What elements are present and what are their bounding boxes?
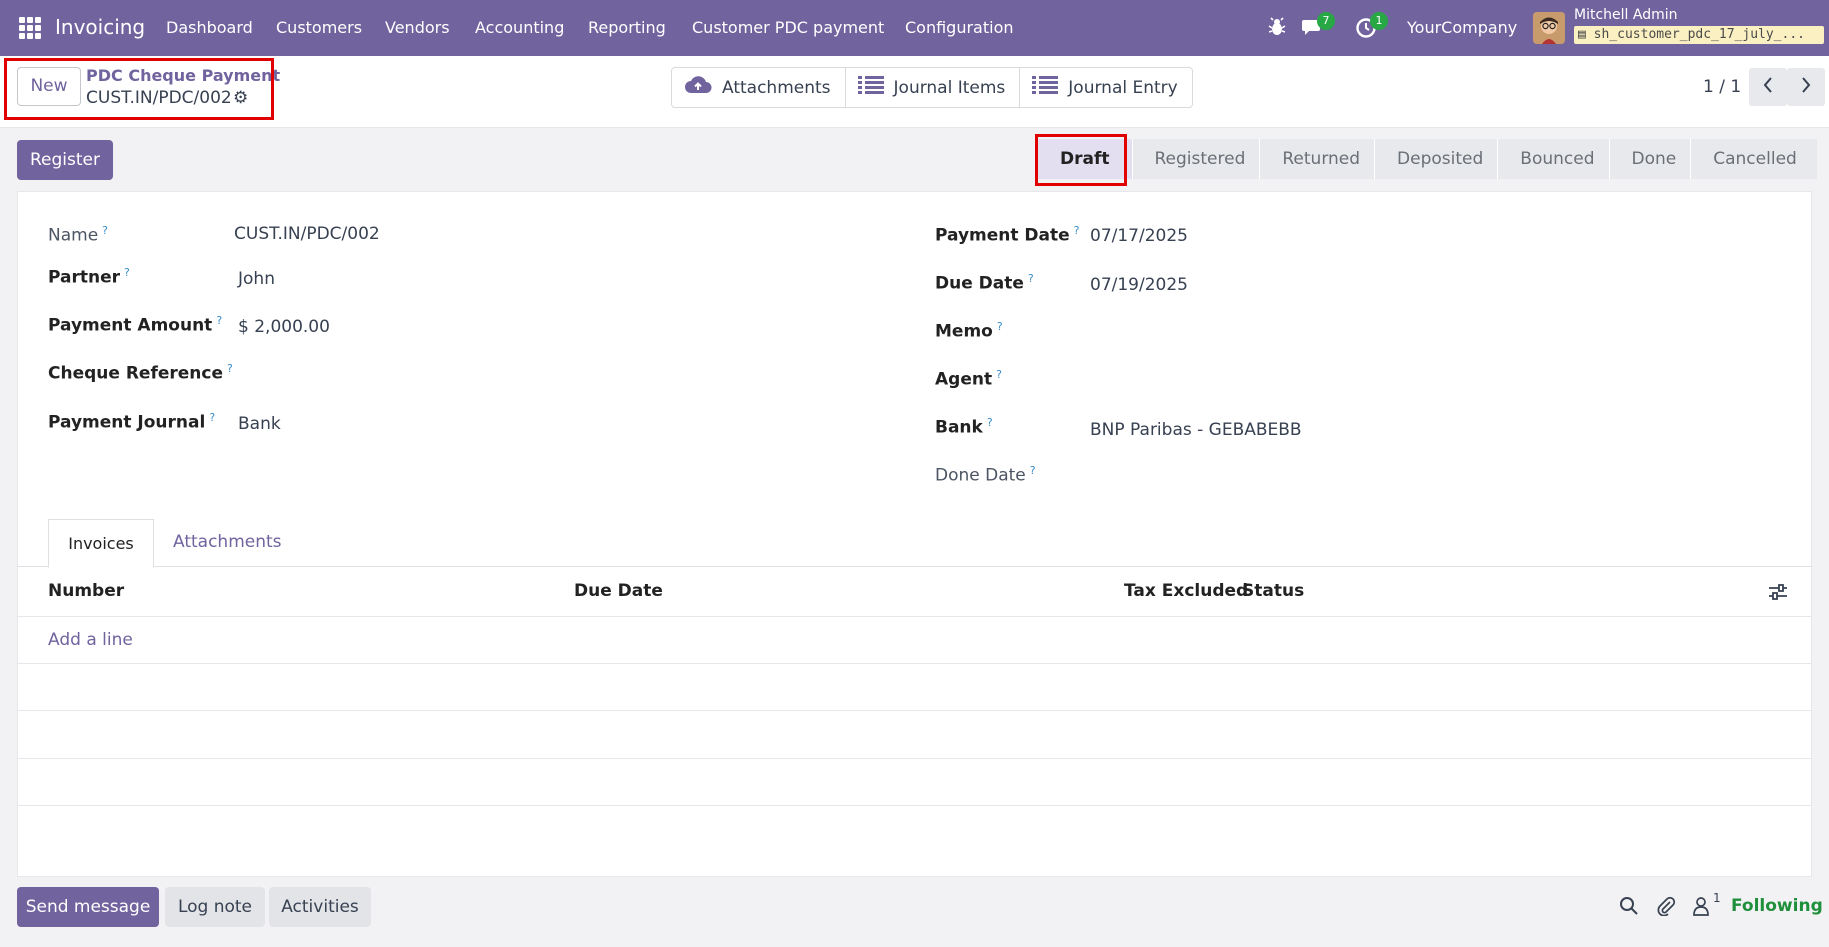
debug-bug-icon[interactable] xyxy=(1268,17,1286,41)
done-date-field[interactable] xyxy=(1090,464,1790,488)
payment-journal-field[interactable]: Bank xyxy=(238,414,281,434)
payment-date-label: Payment Date? xyxy=(935,224,1080,246)
stage-done[interactable]: Done xyxy=(1609,139,1691,179)
stage-cancelled[interactable]: Cancelled xyxy=(1691,139,1817,179)
cheque-reference-label: Cheque Reference? xyxy=(48,362,233,384)
table-row-divider xyxy=(17,805,1812,806)
log-note-button[interactable]: Log note xyxy=(165,887,265,927)
menu-vendors[interactable]: Vendors xyxy=(385,18,450,37)
agent-label: Agent? xyxy=(935,368,1002,390)
company-switcher[interactable]: YourCompany xyxy=(1407,18,1517,37)
due-date-field[interactable]: 07/19/2025 xyxy=(1090,275,1188,295)
journal-entry-button[interactable]: Journal Entry xyxy=(1020,68,1191,107)
tab-invoices[interactable]: Invoices xyxy=(48,519,154,568)
stage-deposited[interactable]: Deposited xyxy=(1375,139,1498,179)
journal-items-label: Journal Items xyxy=(893,77,1006,98)
chevron-right-icon xyxy=(1802,77,1811,93)
following-button[interactable]: Following xyxy=(1731,896,1823,916)
highlight-box-draft xyxy=(1035,134,1127,186)
followers-count: 1 xyxy=(1713,891,1721,905)
form-sheet xyxy=(17,191,1812,877)
journal-entry-label: Journal Entry xyxy=(1068,77,1178,98)
payment-amount-field[interactable]: $ 2,000.00 xyxy=(238,317,330,337)
database-name: sh_customer_pdc_17_july_... xyxy=(1593,27,1805,42)
column-number[interactable]: Number xyxy=(48,581,124,601)
due-date-label: Due Date? xyxy=(935,272,1034,294)
pager-value[interactable]: 1 / 1 xyxy=(1703,77,1741,97)
attachments-label: Attachments xyxy=(722,77,831,98)
name-field[interactable]: CUST.IN/PDC/002 xyxy=(234,224,380,244)
database-icon: ▤ xyxy=(1578,27,1586,42)
menu-configuration[interactable]: Configuration xyxy=(905,18,1014,37)
partner-field[interactable]: John xyxy=(238,269,275,289)
list-icon xyxy=(1032,75,1059,100)
memo-label: Memo? xyxy=(935,320,1003,342)
smart-buttons: Attachments Journal Items Journal Entry xyxy=(671,67,1193,108)
tab-attachments[interactable]: Attachments xyxy=(173,532,282,552)
column-tax-excluded[interactable]: Tax Excluded xyxy=(1124,581,1248,601)
followers-user-icon[interactable] xyxy=(1691,896,1711,920)
user-name[interactable]: Mitchell Admin xyxy=(1574,7,1678,23)
payment-journal-label: Payment Journal? xyxy=(48,411,216,433)
paperclip-icon[interactable] xyxy=(1656,896,1676,920)
menu-dashboard[interactable]: Dashboard xyxy=(166,18,253,37)
tabs-divider xyxy=(17,566,1812,567)
attachments-button[interactable]: Attachments xyxy=(672,68,846,107)
menu-customer-pdc-payment[interactable]: Customer PDC payment xyxy=(692,18,884,37)
menu-customers[interactable]: Customers xyxy=(276,18,362,37)
stage-returned[interactable]: Returned xyxy=(1260,139,1375,179)
menu-accounting[interactable]: Accounting xyxy=(475,18,564,37)
messages-badge: 7 xyxy=(1317,12,1335,30)
journal-items-button[interactable]: Journal Items xyxy=(846,68,1021,107)
pager-next-button[interactable] xyxy=(1787,68,1825,106)
table-row-divider xyxy=(17,663,1812,664)
register-button[interactable]: Register xyxy=(17,140,113,180)
send-message-button[interactable]: Send message xyxy=(17,887,159,927)
done-date-label: Done Date? xyxy=(935,464,1036,486)
user-avatar[interactable] xyxy=(1533,12,1565,44)
app-title[interactable]: Invoicing xyxy=(55,15,145,39)
table-row-divider xyxy=(17,710,1812,711)
bank-label: Bank? xyxy=(935,416,993,438)
apps-menu-icon[interactable] xyxy=(19,17,41,39)
highlight-box-breadcrumb xyxy=(4,58,274,120)
table-row-divider xyxy=(17,758,1812,759)
table-header-divider xyxy=(17,616,1812,617)
stage-registered[interactable]: Registered xyxy=(1132,139,1260,179)
payment-amount-label: Payment Amount? xyxy=(48,314,223,336)
cheque-reference-field[interactable] xyxy=(238,362,838,386)
database-name-tag: ▤ sh_customer_pdc_17_july_... xyxy=(1574,26,1824,44)
top-navbar: Invoicing Dashboard Customers Vendors Ac… xyxy=(0,0,1829,56)
payment-date-field[interactable]: 07/17/2025 xyxy=(1090,226,1188,246)
optional-columns-settings-icon[interactable] xyxy=(1768,583,1788,605)
menu-reporting[interactable]: Reporting xyxy=(588,18,666,37)
status-bar: Draft Registered Returned Deposited Boun… xyxy=(1036,139,1817,179)
activities-button[interactable]: Activities xyxy=(269,887,371,927)
name-label: Name? xyxy=(48,224,108,246)
pager-previous-button[interactable] xyxy=(1749,68,1787,106)
chevron-left-icon xyxy=(1763,77,1772,93)
list-icon xyxy=(857,75,884,100)
search-icon[interactable] xyxy=(1619,896,1639,920)
bank-field[interactable]: BNP Paribas - GEBABEBB xyxy=(1090,420,1302,440)
memo-field[interactable] xyxy=(1090,320,1790,344)
column-status[interactable]: Status xyxy=(1242,581,1304,601)
add-a-line-link[interactable]: Add a line xyxy=(48,630,133,650)
agent-field[interactable] xyxy=(1090,368,1790,392)
column-due-date[interactable]: Due Date xyxy=(574,581,663,601)
stage-bounced[interactable]: Bounced xyxy=(1498,139,1609,179)
partner-label: Partner? xyxy=(48,266,130,288)
activities-badge: 1 xyxy=(1370,12,1388,30)
cloud-upload-icon xyxy=(684,75,712,100)
